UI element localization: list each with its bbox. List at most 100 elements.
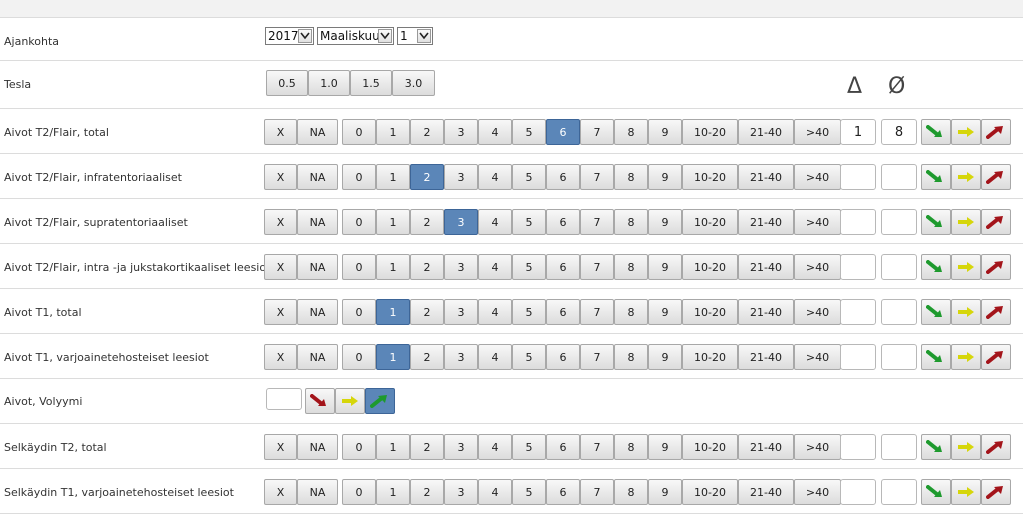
tesla-option-3-0[interactable]: 3.0 <box>392 70 435 96</box>
trend-stable-button[interactable] <box>951 164 981 190</box>
na-button[interactable]: NA <box>297 299 338 325</box>
scale-option-0[interactable]: 0 <box>342 119 376 145</box>
scale-option-2[interactable]: 2 <box>410 434 444 460</box>
trend-improve-button[interactable] <box>921 479 951 505</box>
scale-option-7[interactable]: 7 <box>580 119 614 145</box>
na-button[interactable]: NA <box>297 344 338 370</box>
x-button[interactable]: X <box>264 434 297 460</box>
scale-option-9[interactable]: 9 <box>648 254 682 280</box>
scale-option-12[interactable]: >40 <box>794 299 841 325</box>
scale-option-2[interactable]: 2 <box>410 119 444 145</box>
scale-option-5[interactable]: 5 <box>512 254 546 280</box>
scale-option-4[interactable]: 4 <box>478 119 512 145</box>
scale-option-6[interactable]: 6 <box>546 434 580 460</box>
trend-stable-button[interactable] <box>951 209 981 235</box>
scale-option-12[interactable]: >40 <box>794 479 841 505</box>
scale-option-7[interactable]: 7 <box>580 164 614 190</box>
trend-stable-button[interactable] <box>951 119 981 145</box>
scale-option-3[interactable]: 3 <box>444 119 478 145</box>
scale-option-5[interactable]: 5 <box>512 119 546 145</box>
scale-option-10[interactable]: 10-20 <box>682 254 738 280</box>
scale-option-3[interactable]: 3 <box>444 344 478 370</box>
scale-option-4[interactable]: 4 <box>478 344 512 370</box>
scale-option-2[interactable]: 2 <box>410 254 444 280</box>
scale-option-7[interactable]: 7 <box>580 209 614 235</box>
delta-input[interactable] <box>840 434 876 460</box>
x-button[interactable]: X <box>264 344 297 370</box>
average-input[interactable] <box>881 254 917 280</box>
volume-input[interactable] <box>266 388 302 410</box>
scale-option-1[interactable]: 1 <box>376 479 410 505</box>
scale-option-9[interactable]: 9 <box>648 119 682 145</box>
trend-improve-button[interactable] <box>921 434 951 460</box>
na-button[interactable]: NA <box>297 209 338 235</box>
scale-option-5[interactable]: 5 <box>512 344 546 370</box>
na-button[interactable]: NA <box>297 479 338 505</box>
scale-option-7[interactable]: 7 <box>580 479 614 505</box>
scale-option-5[interactable]: 5 <box>512 164 546 190</box>
trend-worsen-button[interactable] <box>981 344 1011 370</box>
scale-option-11[interactable]: 21-40 <box>738 344 794 370</box>
scale-option-8[interactable]: 8 <box>614 254 648 280</box>
scale-option-12[interactable]: >40 <box>794 254 841 280</box>
trend-stable-button[interactable] <box>951 254 981 280</box>
scale-option-12[interactable]: >40 <box>794 344 841 370</box>
scale-option-3[interactable]: 3 <box>444 209 478 235</box>
scale-option-7[interactable]: 7 <box>580 254 614 280</box>
trend-worsen-button[interactable] <box>981 299 1011 325</box>
trend-stable-button[interactable] <box>951 479 981 505</box>
tesla-option-1-5[interactable]: 1.5 <box>350 70 392 96</box>
x-button[interactable]: X <box>264 479 297 505</box>
scale-option-3[interactable]: 3 <box>444 434 478 460</box>
scale-option-8[interactable]: 8 <box>614 299 648 325</box>
scale-option-0[interactable]: 0 <box>342 299 376 325</box>
scale-option-0[interactable]: 0 <box>342 164 376 190</box>
scale-option-7[interactable]: 7 <box>580 344 614 370</box>
scale-option-4[interactable]: 4 <box>478 254 512 280</box>
scale-option-0[interactable]: 0 <box>342 434 376 460</box>
scale-option-6[interactable]: 6 <box>546 344 580 370</box>
scale-option-6[interactable]: 6 <box>546 299 580 325</box>
delta-input[interactable] <box>840 164 876 190</box>
scale-option-8[interactable]: 8 <box>614 119 648 145</box>
scale-option-12[interactable]: >40 <box>794 434 841 460</box>
trend-worsen-button[interactable] <box>981 164 1011 190</box>
volume-stable-button[interactable] <box>335 388 365 414</box>
trend-improve-button[interactable] <box>921 344 951 370</box>
trend-improve-button[interactable] <box>921 209 951 235</box>
trend-worsen-button[interactable] <box>981 479 1011 505</box>
scale-option-12[interactable]: >40 <box>794 164 841 190</box>
scale-option-10[interactable]: 10-20 <box>682 344 738 370</box>
trend-improve-button[interactable] <box>921 299 951 325</box>
na-button[interactable]: NA <box>297 119 338 145</box>
scale-option-4[interactable]: 4 <box>478 209 512 235</box>
delta-input[interactable] <box>840 299 876 325</box>
scale-option-9[interactable]: 9 <box>648 209 682 235</box>
x-button[interactable]: X <box>264 299 297 325</box>
scale-option-5[interactable]: 5 <box>512 299 546 325</box>
scale-option-8[interactable]: 8 <box>614 434 648 460</box>
trend-stable-button[interactable] <box>951 434 981 460</box>
scale-option-12[interactable]: >40 <box>794 209 841 235</box>
scale-option-2[interactable]: 2 <box>410 209 444 235</box>
average-input[interactable]: 8 <box>881 119 917 145</box>
scale-option-9[interactable]: 9 <box>648 434 682 460</box>
scale-option-9[interactable]: 9 <box>648 344 682 370</box>
scale-option-11[interactable]: 21-40 <box>738 119 794 145</box>
scale-option-1[interactable]: 1 <box>376 344 410 370</box>
scale-option-10[interactable]: 10-20 <box>682 164 738 190</box>
scale-option-3[interactable]: 3 <box>444 299 478 325</box>
trend-worsen-button[interactable] <box>981 434 1011 460</box>
scale-option-9[interactable]: 9 <box>648 479 682 505</box>
scale-option-3[interactable]: 3 <box>444 254 478 280</box>
scale-option-6[interactable]: 6 <box>546 479 580 505</box>
x-button[interactable]: X <box>264 119 297 145</box>
average-input[interactable] <box>881 344 917 370</box>
scale-option-8[interactable]: 8 <box>614 209 648 235</box>
scale-option-11[interactable]: 21-40 <box>738 209 794 235</box>
x-button[interactable]: X <box>264 164 297 190</box>
scale-option-6[interactable]: 6 <box>546 119 580 145</box>
delta-input[interactable] <box>840 479 876 505</box>
scale-option-2[interactable]: 2 <box>410 479 444 505</box>
scale-option-8[interactable]: 8 <box>614 479 648 505</box>
